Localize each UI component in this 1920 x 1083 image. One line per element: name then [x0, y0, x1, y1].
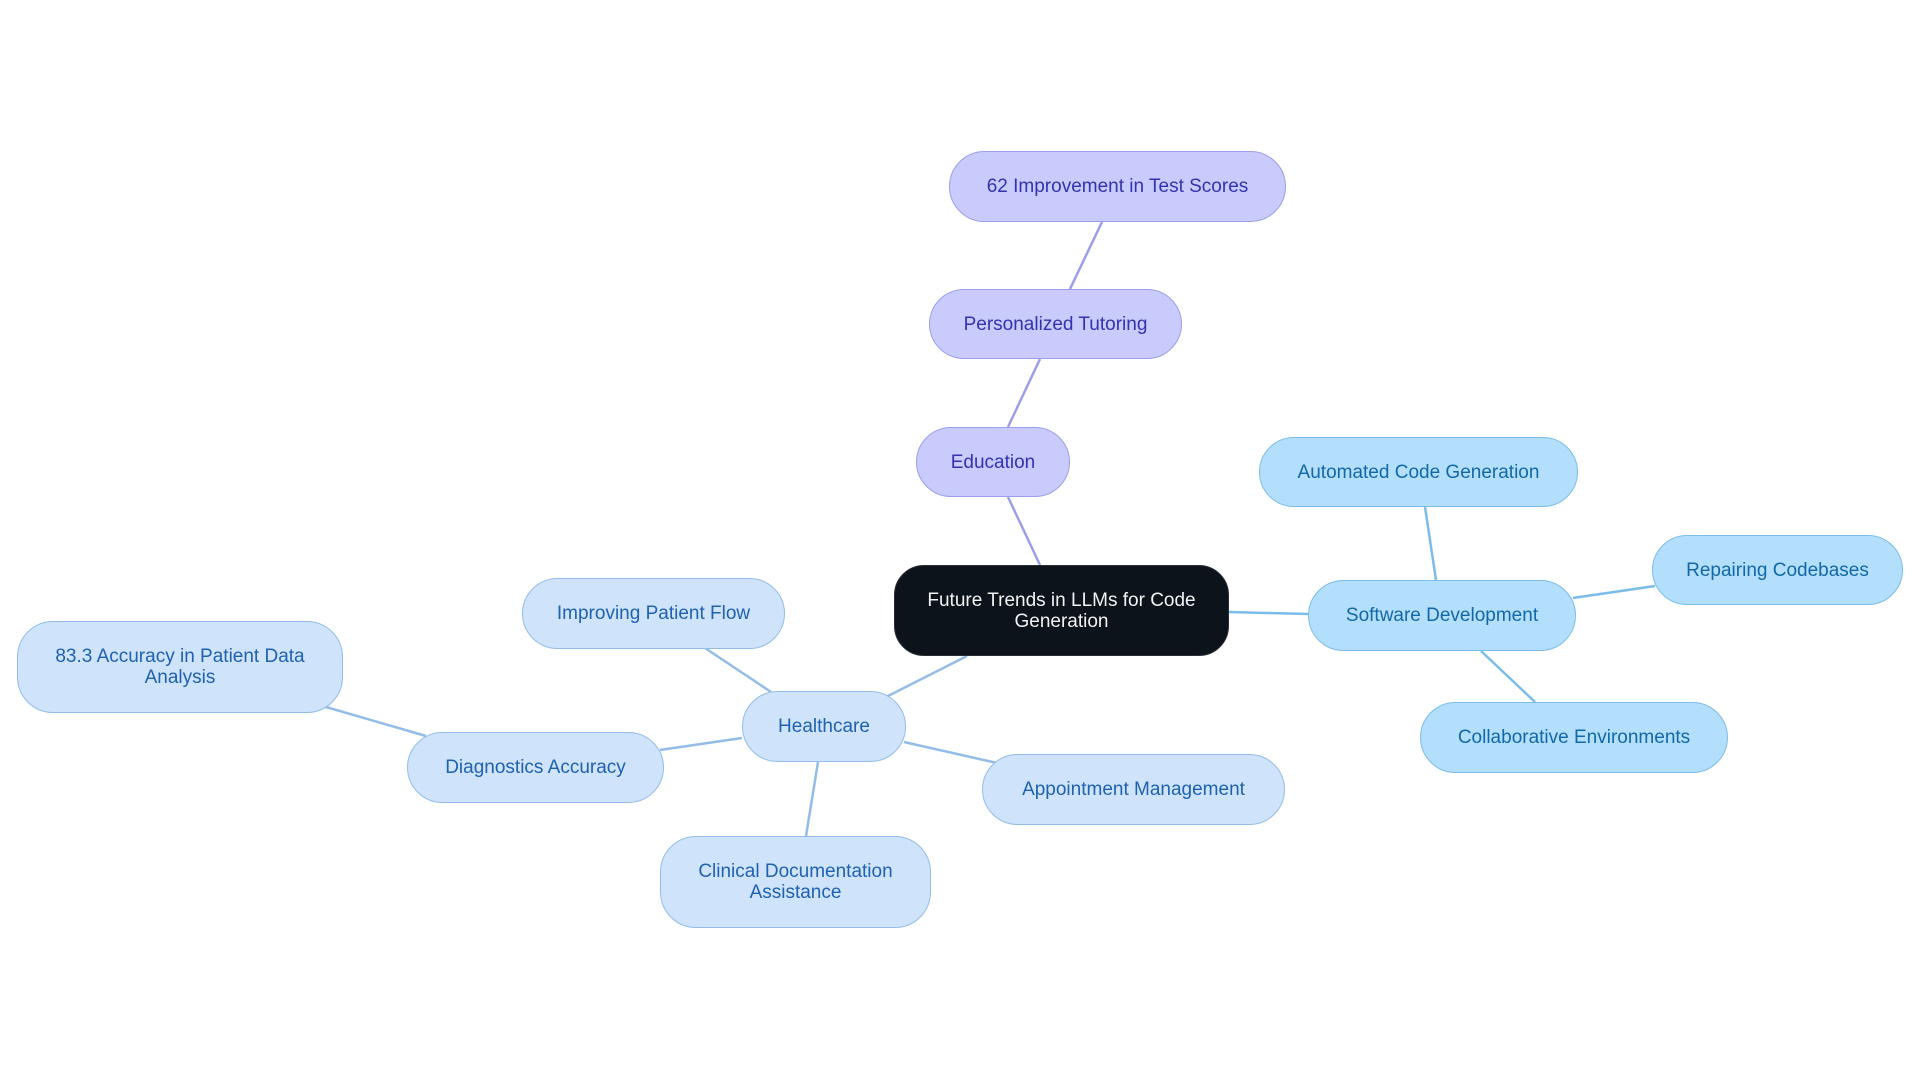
- improving-patient-flow-node[interactable]: Improving Patient Flow: [522, 578, 785, 649]
- edge-healthcare-appointment: [903, 740, 998, 765]
- edge-root-healthcare: [885, 654, 968, 699]
- personalized-tutoring-label: Personalized Tutoring: [963, 313, 1148, 335]
- software-development-label: Software Development: [1345, 605, 1539, 626]
- root-node[interactable]: Future Trends in LLMs for Code Generatio…: [894, 565, 1229, 656]
- edge-root-education: [1006, 496, 1042, 566]
- automated-code-generation-node[interactable]: Automated Code Generation: [1259, 437, 1578, 507]
- collaborative-environments-node[interactable]: Collaborative Environments: [1420, 702, 1728, 773]
- edge-healthcare-clinical: [804, 761, 820, 837]
- repairing-codebases-label: Repairing Codebases: [1686, 559, 1869, 581]
- appointment-management-node[interactable]: Appointment Management: [982, 754, 1285, 825]
- collaborative-environments-label: Collaborative Environments: [1457, 727, 1691, 748]
- education-node-label: Education: [950, 451, 1036, 473]
- edge-healthcare-patientflow: [704, 646, 772, 694]
- appointment-management-label: Appointment Management: [1022, 779, 1245, 800]
- diagnostics-accuracy-label: Diagnostics Accuracy: [445, 757, 626, 778]
- edge-education-tutoring: [1006, 358, 1042, 428]
- edge-root-software: [1228, 610, 1309, 616]
- edge-software-collaborative: [1480, 650, 1536, 703]
- clinical-documentation-label: Clinical Documentation Assistance: [698, 861, 893, 903]
- repairing-codebases-node[interactable]: Repairing Codebases: [1652, 535, 1903, 605]
- education-node[interactable]: Education: [916, 427, 1070, 497]
- software-development-node[interactable]: Software Development: [1308, 580, 1576, 651]
- edge-software-automated: [1423, 506, 1438, 581]
- patient-data-accuracy-node[interactable]: 83.3 Accuracy in Patient Data Analysis: [17, 621, 343, 713]
- edge-software-repairing: [1572, 584, 1656, 600]
- edge-diagnostics-accuracy: [325, 705, 427, 738]
- automated-code-generation-label: Automated Code Generation: [1297, 461, 1540, 483]
- root-node-label: Future Trends in LLMs for Code Generatio…: [927, 589, 1196, 632]
- personalized-tutoring-node[interactable]: Personalized Tutoring: [929, 289, 1182, 359]
- healthcare-label: Healthcare: [778, 716, 870, 737]
- test-scores-label: 62 Improvement in Test Scores: [986, 176, 1249, 197]
- healthcare-node[interactable]: Healthcare: [742, 691, 906, 762]
- diagnostics-accuracy-node[interactable]: Diagnostics Accuracy: [407, 732, 664, 803]
- edge-healthcare-diagnostics: [659, 736, 743, 752]
- test-scores-node[interactable]: 62 Improvement in Test Scores: [949, 151, 1286, 222]
- edge-tutoring-testscores: [1068, 221, 1104, 290]
- patient-data-accuracy-label: 83.3 Accuracy in Patient Data Analysis: [55, 646, 305, 688]
- mindmap-canvas: Future Trends in LLMs for Code Generatio…: [0, 0, 1920, 1083]
- improving-patient-flow-label: Improving Patient Flow: [556, 603, 751, 624]
- clinical-documentation-node[interactable]: Clinical Documentation Assistance: [660, 836, 931, 928]
